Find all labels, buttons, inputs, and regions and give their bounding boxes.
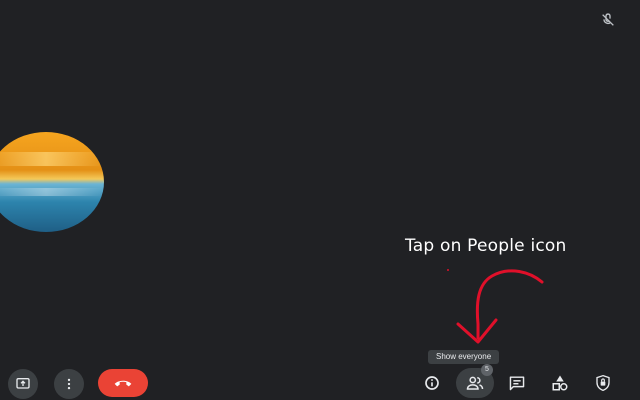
present-screen-button[interactable] [8, 369, 38, 399]
mic-off-icon [600, 12, 616, 28]
people-icon [466, 375, 484, 391]
participant-avatar [0, 132, 104, 232]
more-options-button[interactable] [54, 369, 84, 399]
chat-button[interactable] [502, 369, 532, 397]
participant-count-badge: 5 [481, 364, 493, 376]
meeting-details-button[interactable] [417, 369, 447, 397]
present-screen-icon [15, 376, 31, 392]
leave-call-button[interactable] [98, 369, 148, 397]
more-vertical-icon [62, 377, 76, 391]
activities-icon [551, 374, 569, 392]
annotation-arrow [440, 262, 560, 352]
meeting-stage: Tap on People icon Show everyone 5 [0, 0, 640, 400]
host-controls-button[interactable] [588, 369, 618, 397]
activities-button[interactable] [545, 369, 575, 397]
lock-shield-icon [595, 374, 611, 392]
chat-icon [508, 375, 526, 391]
instruction-annotation: Tap on People icon [405, 236, 567, 256]
info-icon [424, 375, 440, 391]
call-end-icon [113, 376, 133, 390]
meeting-control-bar [0, 356, 640, 400]
